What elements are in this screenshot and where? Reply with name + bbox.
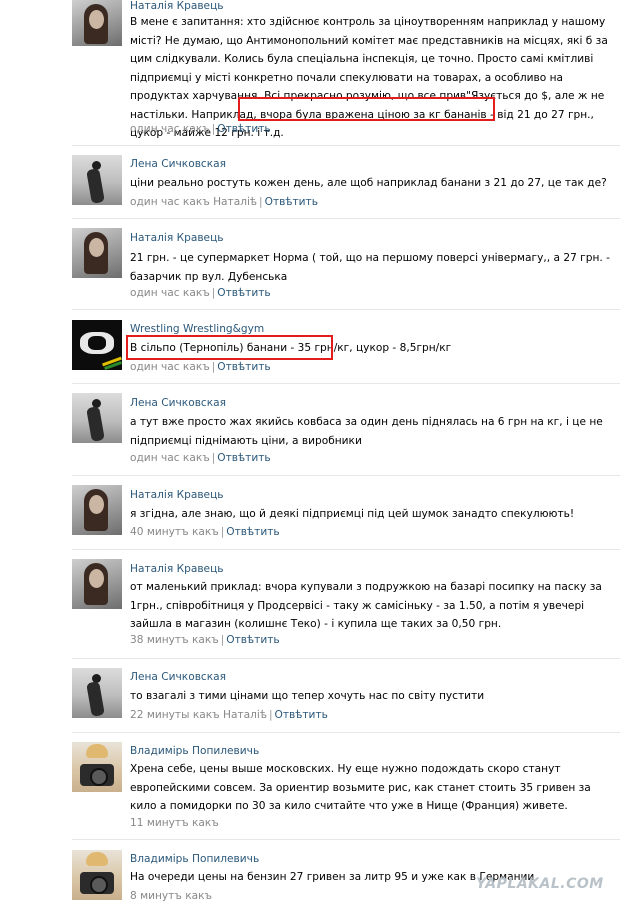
comment-author[interactable]: Лена Сичковская [130,397,226,409]
comment-meta: один час какъ | Отвѣтить [130,361,271,373]
reply-to-name[interactable]: Наталіѣ [213,196,257,208]
comment-author[interactable]: Лена Сичковская [130,671,226,683]
comment-meta: 11 минутъ какъ [130,817,219,829]
divider [72,145,620,146]
avatar[interactable] [72,742,122,792]
divider [72,383,620,384]
comment-meta: 40 минутъ какъ | Отвѣтить [130,526,280,538]
comment-meta: 38 минутъ какъ | Отвѣтить [130,634,280,646]
reply-link[interactable]: Отвѣтить [226,526,279,538]
reply-link[interactable]: Отвѣтить [226,634,279,646]
divider [72,732,620,733]
comment-author[interactable]: Наталія Кравець [130,0,224,12]
avatar[interactable] [72,850,122,900]
avatar[interactable] [72,320,122,370]
avatar[interactable] [72,393,122,443]
divider [72,309,620,310]
comment-text: ціни реально ростуть кожен день, але щоб… [130,177,607,189]
comment-text: Хрена себе, цены выше московских. Ну еще… [130,763,591,812]
reply-link[interactable]: Отвѣтить [217,452,270,464]
avatar[interactable] [72,0,122,46]
divider [72,839,620,840]
highlight-box [126,335,333,360]
comment-author[interactable]: Владимірь Попилевичь [130,745,259,757]
comment-time[interactable]: 40 минутъ какъ [130,526,219,538]
reply-link[interactable]: Отвѣтить [275,709,328,721]
comment-time[interactable]: 11 минутъ какъ [130,817,219,829]
comment-text: то взагалі з тими цінами що тепер хочуть… [130,690,485,702]
avatar[interactable] [72,559,122,609]
reply-link[interactable]: Отвѣтить [217,361,270,373]
comment-text: а тут вже просто жах якийсь ковбаса за о… [130,416,603,447]
reply-to-name[interactable]: Наталіѣ [223,709,267,721]
watermark: YAPLAKAL.COM [476,876,604,892]
divider [72,475,620,476]
comment-time[interactable]: один час какъ [130,123,210,135]
comment-text: от маленький приклад: вчора купували з п… [130,581,602,630]
avatar[interactable] [72,668,122,718]
comment-author[interactable]: Владимірь Попилевичь [130,853,259,865]
reply-link[interactable]: Отвѣтить [217,123,270,135]
comment-author[interactable]: Wrestling Wrestling&gym [130,323,264,335]
comment-author[interactable]: Лена Сичковская [130,158,226,170]
comment-meta: один час какъ Наталіѣ | Отвѣтить [130,196,318,208]
comment-meta: один час какъ | Отвѣтить [130,452,271,464]
highlight-box [238,97,495,121]
avatar[interactable] [72,485,122,535]
divider [72,549,620,550]
comment-author[interactable]: Наталія Кравець [130,232,224,244]
comment-meta: один час какъ | Отвѣтить [130,123,271,135]
comment-time[interactable]: 22 минуты какъ [130,709,220,721]
avatar[interactable] [72,228,122,278]
comment-time[interactable]: один час какъ [130,452,210,464]
reply-link[interactable]: Отвѣтить [217,287,270,299]
comment-text: я згідна, але знаю, що й деякі підприємц… [130,508,575,520]
comment-time[interactable]: 38 минутъ какъ [130,634,219,646]
comment-time[interactable]: один час какъ [130,361,210,373]
comment-meta: один час какъ | Отвѣтить [130,287,271,299]
comment-author[interactable]: Наталія Кравець [130,489,224,501]
comment-text: 21 грн. - це супермаркет Норма ( той, що… [130,252,610,283]
comment-time[interactable]: один час какъ [130,196,210,208]
comment-time[interactable]: 8 минутъ какъ [130,890,212,902]
divider [72,218,620,219]
divider [72,658,620,659]
comment-time[interactable]: один час какъ [130,287,210,299]
comment-author[interactable]: Наталія Кравець [130,563,224,575]
comment-meta: 8 минутъ какъ [130,890,212,902]
reply-link[interactable]: Отвѣтить [265,196,318,208]
avatar[interactable] [72,155,122,205]
comment-meta: 22 минуты какъ Наталіѣ | Отвѣтить [130,709,328,721]
